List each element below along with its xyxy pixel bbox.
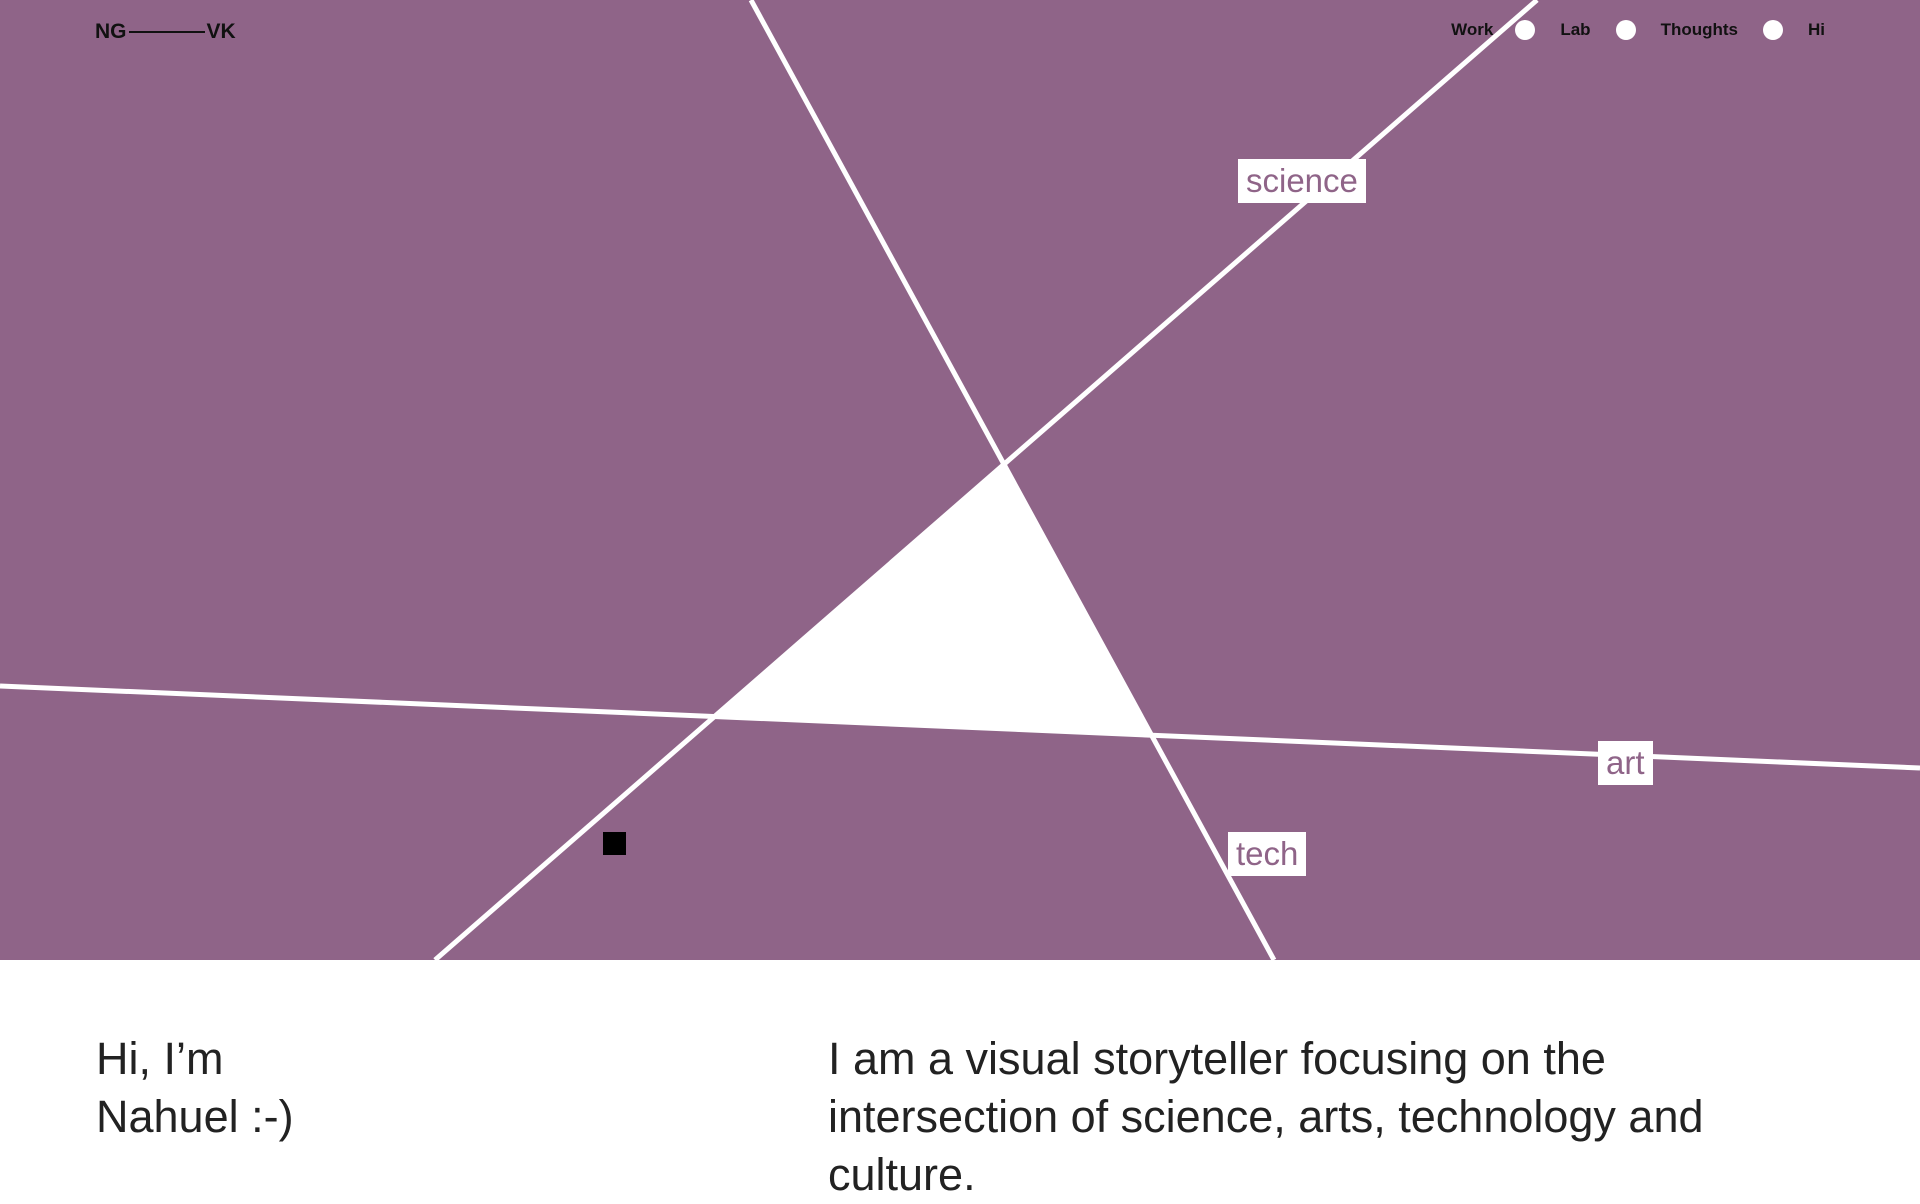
nav-work[interactable]: Work <box>1451 20 1493 40</box>
tech-tag: tech <box>1228 832 1307 876</box>
site-logo[interactable]: NG VK <box>95 19 236 45</box>
nav-lab[interactable]: Lab <box>1560 20 1590 40</box>
hero-background <box>0 0 1920 960</box>
logo-initials-left: NG <box>95 20 127 43</box>
science-tag: science <box>1238 159 1366 203</box>
main-nav: Work Lab Thoughts Hi <box>1451 17 1825 43</box>
intro-heading: Hi, I’m Nahuel :-) <box>96 1030 616 1146</box>
logo-divider-line <box>128 31 205 33</box>
logo-initials-right: VK <box>206 20 236 43</box>
intro-greeting: Hi, I’m <box>96 1033 224 1084</box>
nav-separator-dot <box>1515 20 1536 40</box>
cursor-square <box>603 832 626 855</box>
nav-hi[interactable]: Hi <box>1808 20 1825 40</box>
art-tag: art <box>1598 741 1653 785</box>
hero-lines-illustration <box>0 0 1920 960</box>
nav-separator-dot <box>1615 20 1636 40</box>
nav-thoughts[interactable]: Thoughts <box>1661 20 1738 40</box>
hero-graphic: science art tech NG VK Work Lab Thoughts… <box>0 0 1920 960</box>
nav-separator-dot <box>1763 20 1783 40</box>
bio-text: I am a visual storyteller focusing on th… <box>828 1033 1704 1200</box>
intro-name: Nahuel :-) <box>96 1091 294 1142</box>
